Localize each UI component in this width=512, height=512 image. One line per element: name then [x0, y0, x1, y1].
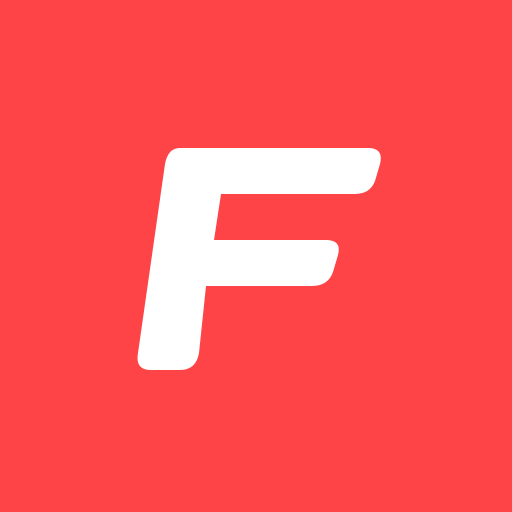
f-logo-icon	[137, 148, 381, 370]
app-icon: F	[0, 0, 512, 512]
f-logo-shape	[137, 148, 381, 370]
